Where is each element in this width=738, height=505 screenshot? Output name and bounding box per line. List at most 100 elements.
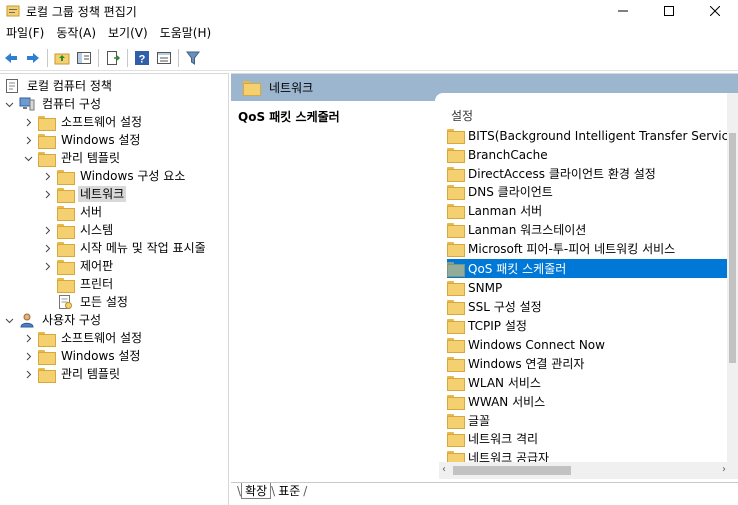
scroll-left-icon[interactable]: ‹	[442, 464, 446, 475]
menu-bar: 파일(F) 동작(A) 보기(V) 도움말(H)	[0, 23, 738, 43]
chevron-right-icon[interactable]	[41, 167, 53, 185]
list-item[interactable]: WLAN 서비스	[447, 373, 732, 392]
folder-icon	[57, 276, 75, 293]
back-arrow-icon	[5, 52, 17, 63]
chevron-right-icon[interactable]	[41, 257, 53, 275]
folder-icon	[57, 240, 75, 257]
list-item[interactable]: DNS 클라이언트	[447, 182, 732, 201]
list-item[interactable]: TCPIP 설정	[447, 316, 732, 335]
chevron-right-icon[interactable]	[22, 365, 34, 383]
list-item[interactable]: 글꼴	[447, 411, 732, 430]
tree-item-network[interactable]: 네트워크	[41, 185, 127, 203]
folder-icon	[447, 203, 465, 219]
tree-item-admin-templates[interactable]: 관리 템플릿	[22, 149, 122, 167]
tree-item-user-config[interactable]: 사용자 구성	[3, 311, 103, 329]
horizontal-scrollbar[interactable]: ‹ ›	[439, 462, 738, 479]
tree-item-control-panel[interactable]: 제어판	[41, 257, 115, 275]
list-item[interactable]: WWAN 서비스	[447, 392, 732, 411]
show-hide-tree-button[interactable]	[74, 48, 94, 68]
list-item[interactable]: SNMP	[447, 278, 732, 297]
folder-icon	[57, 204, 75, 221]
help-button[interactable]: ?	[132, 48, 152, 68]
list-item[interactable]: Lanman 서버	[447, 201, 732, 220]
maximize-button[interactable]	[646, 0, 692, 22]
list-item[interactable]: BITS(Background Intelligent Transfer Ser…	[447, 126, 738, 145]
tree-item-start-menu-taskbar[interactable]: 시작 메뉴 및 작업 표시줄	[41, 239, 208, 257]
chevron-down-icon[interactable]	[22, 149, 34, 167]
menu-file[interactable]: 파일(F)	[2, 23, 48, 43]
folder-icon	[38, 150, 56, 167]
list-item[interactable]: Microsoft 피어-투-피어 네트워킹 서비스	[447, 239, 732, 258]
tree-item-root[interactable]: 로컬 컴퓨터 정책	[4, 77, 114, 95]
folder-icon	[447, 261, 465, 277]
tree-label: 소프트웨어 설정	[61, 331, 143, 345]
chevron-right-icon[interactable]	[22, 131, 34, 149]
tab-standard[interactable]: 표준	[275, 483, 303, 499]
list-item[interactable]: Windows Connect Now	[447, 335, 732, 354]
window-title: 로컬 그룹 정책 편집기	[26, 4, 137, 19]
tree-item-software-settings[interactable]: 소프트웨어 설정	[22, 113, 144, 131]
tree-item-user-admin-templates[interactable]: 관리 템플릿	[22, 365, 122, 383]
menu-action[interactable]: 동작(A)	[52, 23, 100, 43]
folder-icon	[57, 258, 75, 275]
close-button[interactable]	[692, 0, 738, 22]
title-bar: 로컬 그룹 정책 편집기	[0, 0, 738, 22]
folder-icon	[447, 318, 465, 334]
tab-extended[interactable]: 확장	[241, 483, 272, 499]
list-item[interactable]: SSL 구성 설정	[447, 297, 732, 316]
folder-icon	[447, 337, 465, 353]
list-item[interactable]: Lanman 워크스테이션	[447, 220, 732, 239]
chevron-right-icon[interactable]	[41, 221, 53, 239]
folder-icon	[38, 366, 56, 383]
tree-item-server[interactable]: 서버	[57, 203, 104, 221]
list-item[interactable]: 네트워크 격리	[447, 429, 732, 448]
chevron-right-icon[interactable]	[22, 347, 34, 365]
folder-icon	[447, 413, 465, 429]
export-list-button[interactable]	[103, 48, 123, 68]
list-item[interactable]: DirectAccess 클라이언트 환경 설정	[447, 164, 732, 183]
tree-item-system[interactable]: 시스템	[41, 221, 115, 239]
folder-icon	[57, 186, 75, 203]
vertical-scrollbar[interactable]	[727, 93, 738, 464]
chevron-right-icon[interactable]	[22, 329, 34, 347]
tree-item-all-settings[interactable]: 모든 설정	[57, 293, 130, 311]
chevron-down-icon[interactable]	[3, 95, 15, 113]
tree-item-printers[interactable]: 프린터	[57, 275, 115, 293]
folder-icon	[57, 222, 75, 239]
menu-help[interactable]: 도움말(H)	[156, 23, 216, 43]
tree-item-windows-settings[interactable]: Windows 설정	[22, 131, 142, 149]
back-button[interactable]	[1, 48, 21, 68]
folder-icon	[447, 394, 465, 410]
folder-icon	[447, 128, 465, 144]
up-one-level-button[interactable]	[52, 48, 72, 68]
close-icon	[710, 6, 720, 16]
properties-view-button[interactable]	[154, 48, 174, 68]
list-item[interactable]: Windows 연결 관리자	[447, 354, 732, 373]
forward-button[interactable]	[23, 48, 43, 68]
list-item[interactable]: BranchCache	[447, 145, 732, 164]
tree-label: Windows 설정	[61, 349, 141, 363]
chevron-right-icon[interactable]	[41, 239, 53, 257]
chevron-right-icon[interactable]	[22, 113, 34, 131]
tree-item-windows-components[interactable]: Windows 구성 요소	[41, 167, 187, 185]
tree-label: 프린터	[80, 277, 114, 291]
minimize-button[interactable]	[600, 0, 646, 22]
list-item-selected[interactable]: QoS 패킷 스케줄러	[447, 259, 732, 278]
column-header-settings[interactable]: 설정	[451, 107, 473, 124]
document-icon	[4, 78, 20, 94]
chevron-right-icon[interactable]	[41, 185, 53, 203]
folder-icon	[447, 431, 465, 447]
folder-icon	[38, 132, 56, 149]
vertical-scroll-thumb[interactable]	[729, 133, 736, 363]
scroll-right-icon[interactable]: ›	[722, 464, 726, 475]
tree-item-user-software-settings[interactable]: 소프트웨어 설정	[22, 329, 144, 347]
tree-item-user-windows-settings[interactable]: Windows 설정	[22, 347, 142, 365]
menu-view[interactable]: 보기(V)	[104, 23, 152, 43]
filter-button[interactable]	[183, 48, 203, 68]
horizontal-scroll-thumb[interactable]	[453, 466, 571, 475]
tree-label: Windows 설정	[61, 133, 141, 147]
tree-item-computer-config[interactable]: 컴퓨터 구성	[3, 95, 103, 113]
tree-label: 서버	[80, 205, 103, 219]
chevron-down-icon[interactable]	[3, 311, 15, 329]
folder-icon	[447, 166, 465, 182]
